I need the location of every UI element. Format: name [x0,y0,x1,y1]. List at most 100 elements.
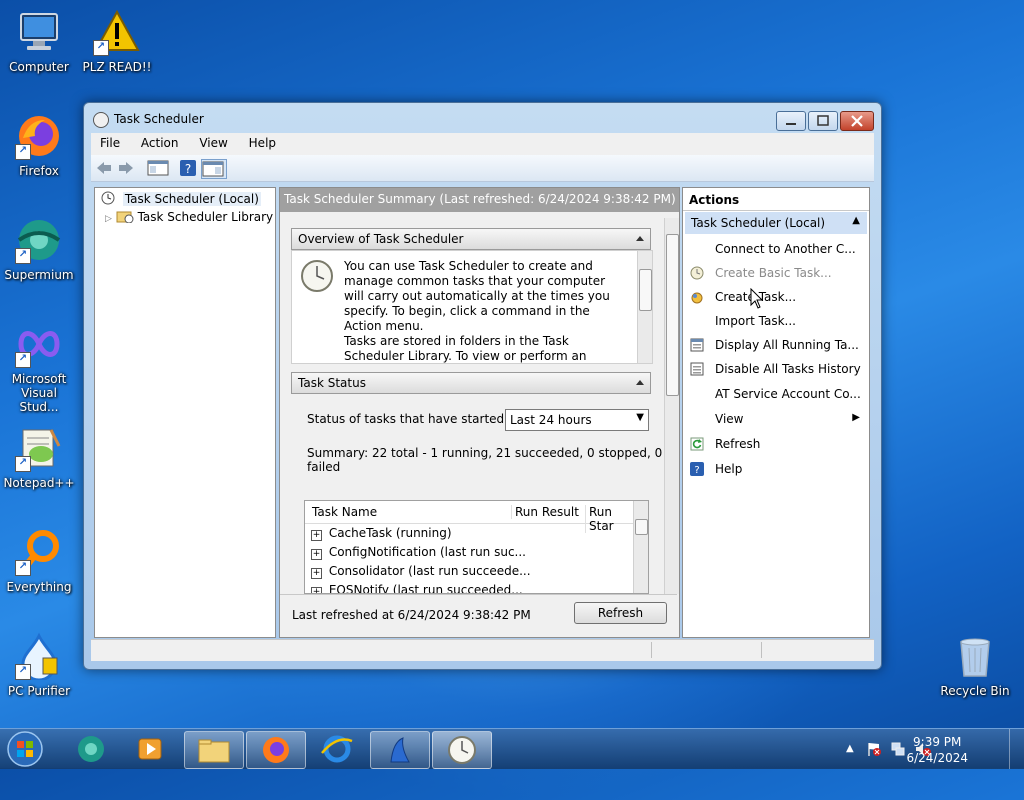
table-scrollbar[interactable] [633,501,648,593]
desktop-icon-label: Microsoft Visual Stud... [11,372,67,414]
internet-explorer-icon [321,735,353,763]
action-center-flag-icon[interactable] [866,741,882,757]
table-row[interactable]: + EOSNotify (last run succeeded... [311,583,523,594]
action-label: View [715,412,744,426]
history-icon [690,362,704,376]
task-status-section-header[interactable]: Task Status [291,372,651,394]
status-period-value: Last 24 hours [510,413,592,427]
summary-scrollbar[interactable] [664,218,679,594]
shortcut-arrow-icon: ↗ [15,352,31,368]
scrollbar-thumb[interactable] [635,519,648,535]
clock-icon [93,112,109,128]
show-hidden-icons-button[interactable]: ▲ [846,743,854,754]
start-button[interactable] [4,730,46,768]
new-task-icon [691,292,703,304]
desktop-icon-supermium[interactable]: ↗ Supermium [0,216,78,282]
desktop-icon-firefox[interactable]: ↗ Firefox [0,112,78,178]
overview-text: You can use Task Scheduler to create and… [344,259,610,333]
overview-section-header[interactable]: Overview of Task Scheduler [291,228,651,250]
expand-plus-icon[interactable]: + [311,549,322,560]
action-label: Help [715,462,743,476]
column-run-start[interactable]: Run Star [585,505,635,533]
expand-plus-icon[interactable]: + [311,568,322,579]
show-hide-action-pane-button[interactable] [201,159,227,179]
system-clock[interactable]: 9:39 PM 6/24/2024 [906,734,968,766]
shortcut-arrow-icon: ↗ [15,664,31,680]
action-create-task[interactable]: Create Task... [683,285,867,309]
folder-clock-icon [116,211,134,224]
table-row[interactable]: + ConfigNotification (last run suc... [311,545,526,560]
actions-group-header[interactable]: Task Scheduler (Local) ▲ [685,212,867,234]
help-icon: ? [690,462,704,476]
action-connect-to-another-computer[interactable]: Connect to Another C... [683,237,867,261]
magnifier-icon: ↗ [15,528,63,576]
action-import-task[interactable]: Import Task... [683,309,867,333]
summary-footer: Last refreshed at 6/24/2024 9:38:42 PM R… [280,594,677,636]
help-toolbar-button[interactable]: ? [179,159,197,177]
column-run-result[interactable]: Run Result [511,505,579,519]
action-refresh[interactable]: Refresh [683,432,867,456]
desktop-icon-label: Firefox [19,164,59,178]
taskbar-task-scheduler[interactable] [432,731,492,769]
menu-view[interactable]: View [190,133,235,150]
show-hide-console-tree-button[interactable] [147,159,169,177]
minimize-button[interactable] [776,111,806,131]
taskbar-supermium[interactable] [62,731,120,767]
back-button[interactable] [95,159,113,177]
tree-item-task-scheduler-library[interactable]: ▷ Task Scheduler Library [105,209,273,224]
clock-icon [101,191,115,205]
taskbar-firefox[interactable] [246,731,306,769]
desktop-icon-label: PLZ READ!! [82,60,152,74]
column-task-name[interactable]: Task Name [312,505,377,519]
task-name: EOSNotify (last run succeeded... [328,583,523,594]
menu-file[interactable]: File [91,133,128,150]
refresh-button[interactable]: Refresh [574,602,667,624]
action-label: AT Service Account Co... [715,387,861,401]
action-at-service-account[interactable]: AT Service Account Co... [683,382,867,406]
console-tree-icon [147,160,169,176]
status-summary: Summary: 22 total - 1 running, 21 succee… [307,446,663,474]
taskbar-internet-explorer[interactable] [308,731,366,767]
tree-item-task-scheduler-local[interactable]: Task Scheduler (Local) [101,191,261,206]
menu-action[interactable]: Action [132,133,187,150]
desktop-icon-plz-read[interactable]: ↗ PLZ READ!! [78,8,156,74]
action-create-basic-task[interactable]: Create Basic Task... [683,261,867,285]
maximize-button[interactable] [808,111,838,131]
clock-date: 6/24/2024 [906,751,968,765]
desktop-icon-label: Computer [9,60,69,74]
refresh-icon [690,437,704,451]
table-row[interactable]: + CacheTask (running) [311,526,452,541]
overview-scrollbar[interactable] [637,251,652,363]
scrollbar-thumb[interactable] [639,269,652,311]
summary-header: Task Scheduler Summary (Last refreshed: … [280,188,679,212]
desktop-icon-computer[interactable]: Computer [0,8,78,74]
taskbar-media-player[interactable] [122,731,180,767]
action-display-all-running-tasks[interactable]: Display All Running Ta... [683,333,867,357]
title-bar[interactable]: Task Scheduler [84,103,881,133]
network-icon[interactable] [890,741,906,757]
taskbar-app-shell[interactable] [370,731,430,769]
desktop-icon-label: Supermium [4,268,74,282]
action-label: Display All Running Ta... [715,338,859,352]
menu-help[interactable]: Help [240,133,284,150]
close-button[interactable] [840,111,874,131]
action-help[interactable]: ? Help [683,457,867,481]
action-view[interactable]: View ▶ [683,407,867,431]
desktop-icon-everything[interactable]: ↗ Everything [0,528,78,594]
actions-header: Actions [683,188,869,211]
scrollbar-thumb[interactable] [666,234,679,396]
firefox-icon: ↗ [15,112,63,160]
table-row[interactable]: + Consolidator (last run succeede... [311,564,531,579]
supermium-icon: ↗ [15,216,63,264]
expand-plus-icon[interactable]: + [311,530,322,541]
status-period-select[interactable]: Last 24 hours ▼ [505,409,649,431]
desktop-icon-notepad-plus-plus[interactable]: ↗ Notepad++ [0,424,78,490]
desktop-icon-pc-purifier[interactable]: ↗ PC Purifier [0,632,78,698]
action-disable-all-tasks-history[interactable]: Disable All Tasks History [683,357,867,381]
expand-plus-icon[interactable]: + [311,587,322,593]
forward-button[interactable] [117,159,135,177]
taskbar-explorer[interactable] [184,731,244,769]
show-desktop-button[interactable] [1009,729,1024,769]
desktop-icon-visual-studio[interactable]: ↗ Microsoft Visual Stud... [0,320,78,414]
desktop-icon-recycle-bin[interactable]: Recycle Bin [936,632,1014,698]
